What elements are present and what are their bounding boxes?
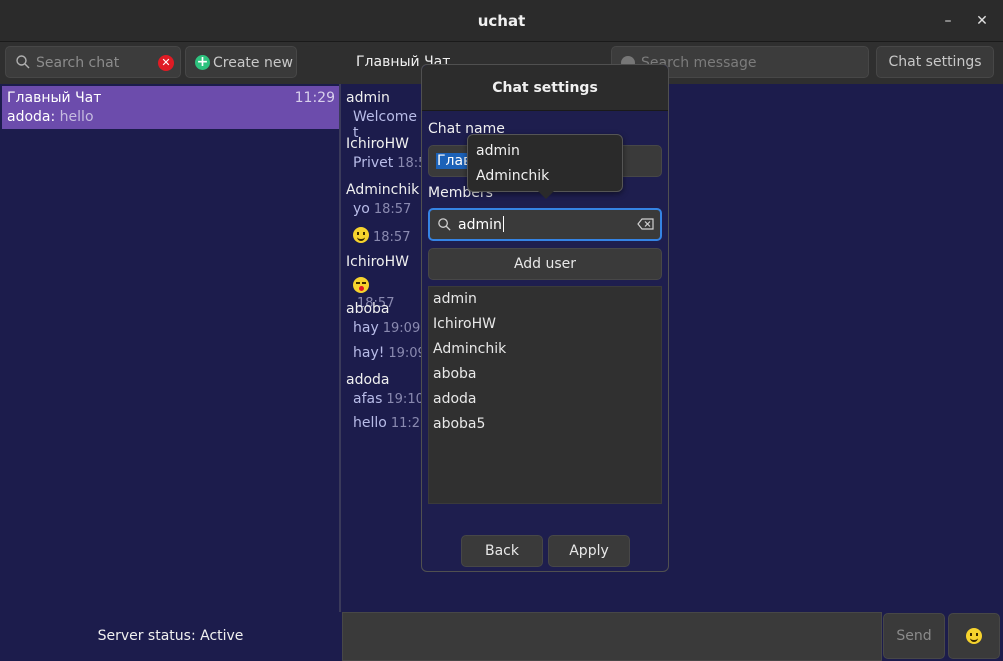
message-bubble[interactable]: afas 19:10: [353, 391, 424, 407]
message-bubble[interactable]: hello 11:2: [353, 415, 420, 431]
message-text: yo: [353, 201, 370, 217]
message-text: hay: [353, 320, 379, 336]
message-author: Adminchik: [346, 182, 420, 198]
chat-name: Главный Чат: [7, 90, 102, 106]
smile-emoji-icon: [353, 227, 369, 243]
member-item[interactable]: aboba5: [433, 416, 485, 432]
close-icon[interactable]: ✕: [972, 11, 992, 31]
message-author: IchiroHW: [346, 136, 409, 152]
message-text: afas: [353, 391, 383, 407]
member-item[interactable]: Adminchik: [433, 341, 506, 357]
chat-list: Главный Чат 11:29 adoda: hello: [0, 84, 341, 612]
wink-tongue-emoji-icon: [353, 277, 369, 293]
search-chat-input[interactable]: Search chat ✕: [5, 46, 181, 78]
message-group: IchiroHW Privet 18:5: [346, 134, 426, 171]
members-list: admin IchiroHW Adminchik aboba adoda abo…: [428, 286, 662, 504]
message-author: admin: [346, 90, 390, 106]
message-bubble[interactable]: hay 19:09: [353, 320, 420, 336]
message-time: 11:2: [390, 416, 421, 431]
clear-search-icon[interactable]: ✕: [158, 55, 174, 71]
smile-emoji-icon: [966, 628, 982, 644]
dialog-title: Chat settings: [492, 80, 598, 96]
search-icon: [438, 218, 451, 231]
chat-settings-button[interactable]: Chat settings: [876, 46, 994, 78]
add-icon: +: [195, 54, 210, 70]
server-status-bar: Server status: Active: [0, 612, 341, 661]
dialog-header: Chat settings: [422, 65, 668, 111]
add-user-button[interactable]: Add user: [428, 248, 662, 280]
member-autocomplete-popup: admin Adminchik: [467, 134, 623, 199]
message-time: 19:09: [382, 321, 421, 336]
last-message-text: hello: [59, 109, 94, 125]
popup-arrow: [538, 191, 554, 199]
message-time: 19:10: [386, 392, 424, 407]
message-text: Privet: [353, 155, 394, 171]
apply-button[interactable]: Apply: [548, 535, 630, 567]
last-message-author: adoda:: [7, 109, 56, 125]
message-author: aboba: [346, 301, 390, 317]
message-group: admin Welcome t: [346, 88, 417, 141]
window-title: uchat: [477, 12, 526, 30]
chat-last-message: adoda: hello: [7, 109, 94, 125]
emoji-button[interactable]: [948, 613, 1000, 659]
message-group: IchiroHW 18:57: [346, 252, 409, 311]
server-status-text: Server status: Active: [97, 628, 244, 644]
message-text: hay!: [353, 345, 385, 361]
member-item[interactable]: adoda: [433, 391, 477, 407]
member-item[interactable]: aboba: [433, 366, 477, 382]
message-time: 18:57: [373, 230, 411, 245]
create-new-label: Create new: [213, 55, 293, 71]
backspace-clear-icon[interactable]: [637, 218, 654, 230]
back-button[interactable]: Back: [461, 535, 543, 567]
send-button[interactable]: Send: [883, 613, 945, 659]
member-item[interactable]: IchiroHW: [433, 316, 496, 332]
message-input[interactable]: [342, 612, 882, 661]
create-new-button[interactable]: + Create new: [185, 46, 297, 78]
chat-time: 11:29: [294, 90, 335, 106]
message-bubble[interactable]: yo 18:57: [353, 201, 411, 217]
message-bubble[interactable]: Privet 18:5: [353, 155, 426, 171]
message-group: Adminchik yo 18:57 18:57: [346, 180, 420, 245]
message-bubble[interactable]: hay! 19:09: [353, 345, 426, 361]
message-author: adoda: [346, 372, 390, 388]
search-chat-placeholder: Search chat: [36, 55, 120, 71]
member-search-input[interactable]: admin: [428, 208, 662, 241]
autocomplete-option[interactable]: admin: [476, 143, 520, 159]
autocomplete-option[interactable]: Adminchik: [476, 168, 549, 184]
chat-list-item[interactable]: Главный Чат 11:29 adoda: hello: [2, 86, 339, 129]
message-bubble[interactable]: 18:57: [353, 227, 410, 245]
window-titlebar: uchat – ✕: [0, 0, 1003, 42]
message-text: hello: [353, 415, 387, 431]
message-time: 18:57: [373, 202, 412, 217]
search-icon: [16, 55, 30, 69]
minimize-icon[interactable]: –: [938, 11, 958, 31]
message-group: aboba hay 19:09 hay! 19:09: [346, 299, 426, 361]
message-group: adoda afas 19:10 hello 11:2: [346, 370, 424, 431]
member-item[interactable]: admin: [433, 291, 477, 307]
member-search-value: admin: [458, 216, 504, 233]
message-author: IchiroHW: [346, 254, 409, 270]
